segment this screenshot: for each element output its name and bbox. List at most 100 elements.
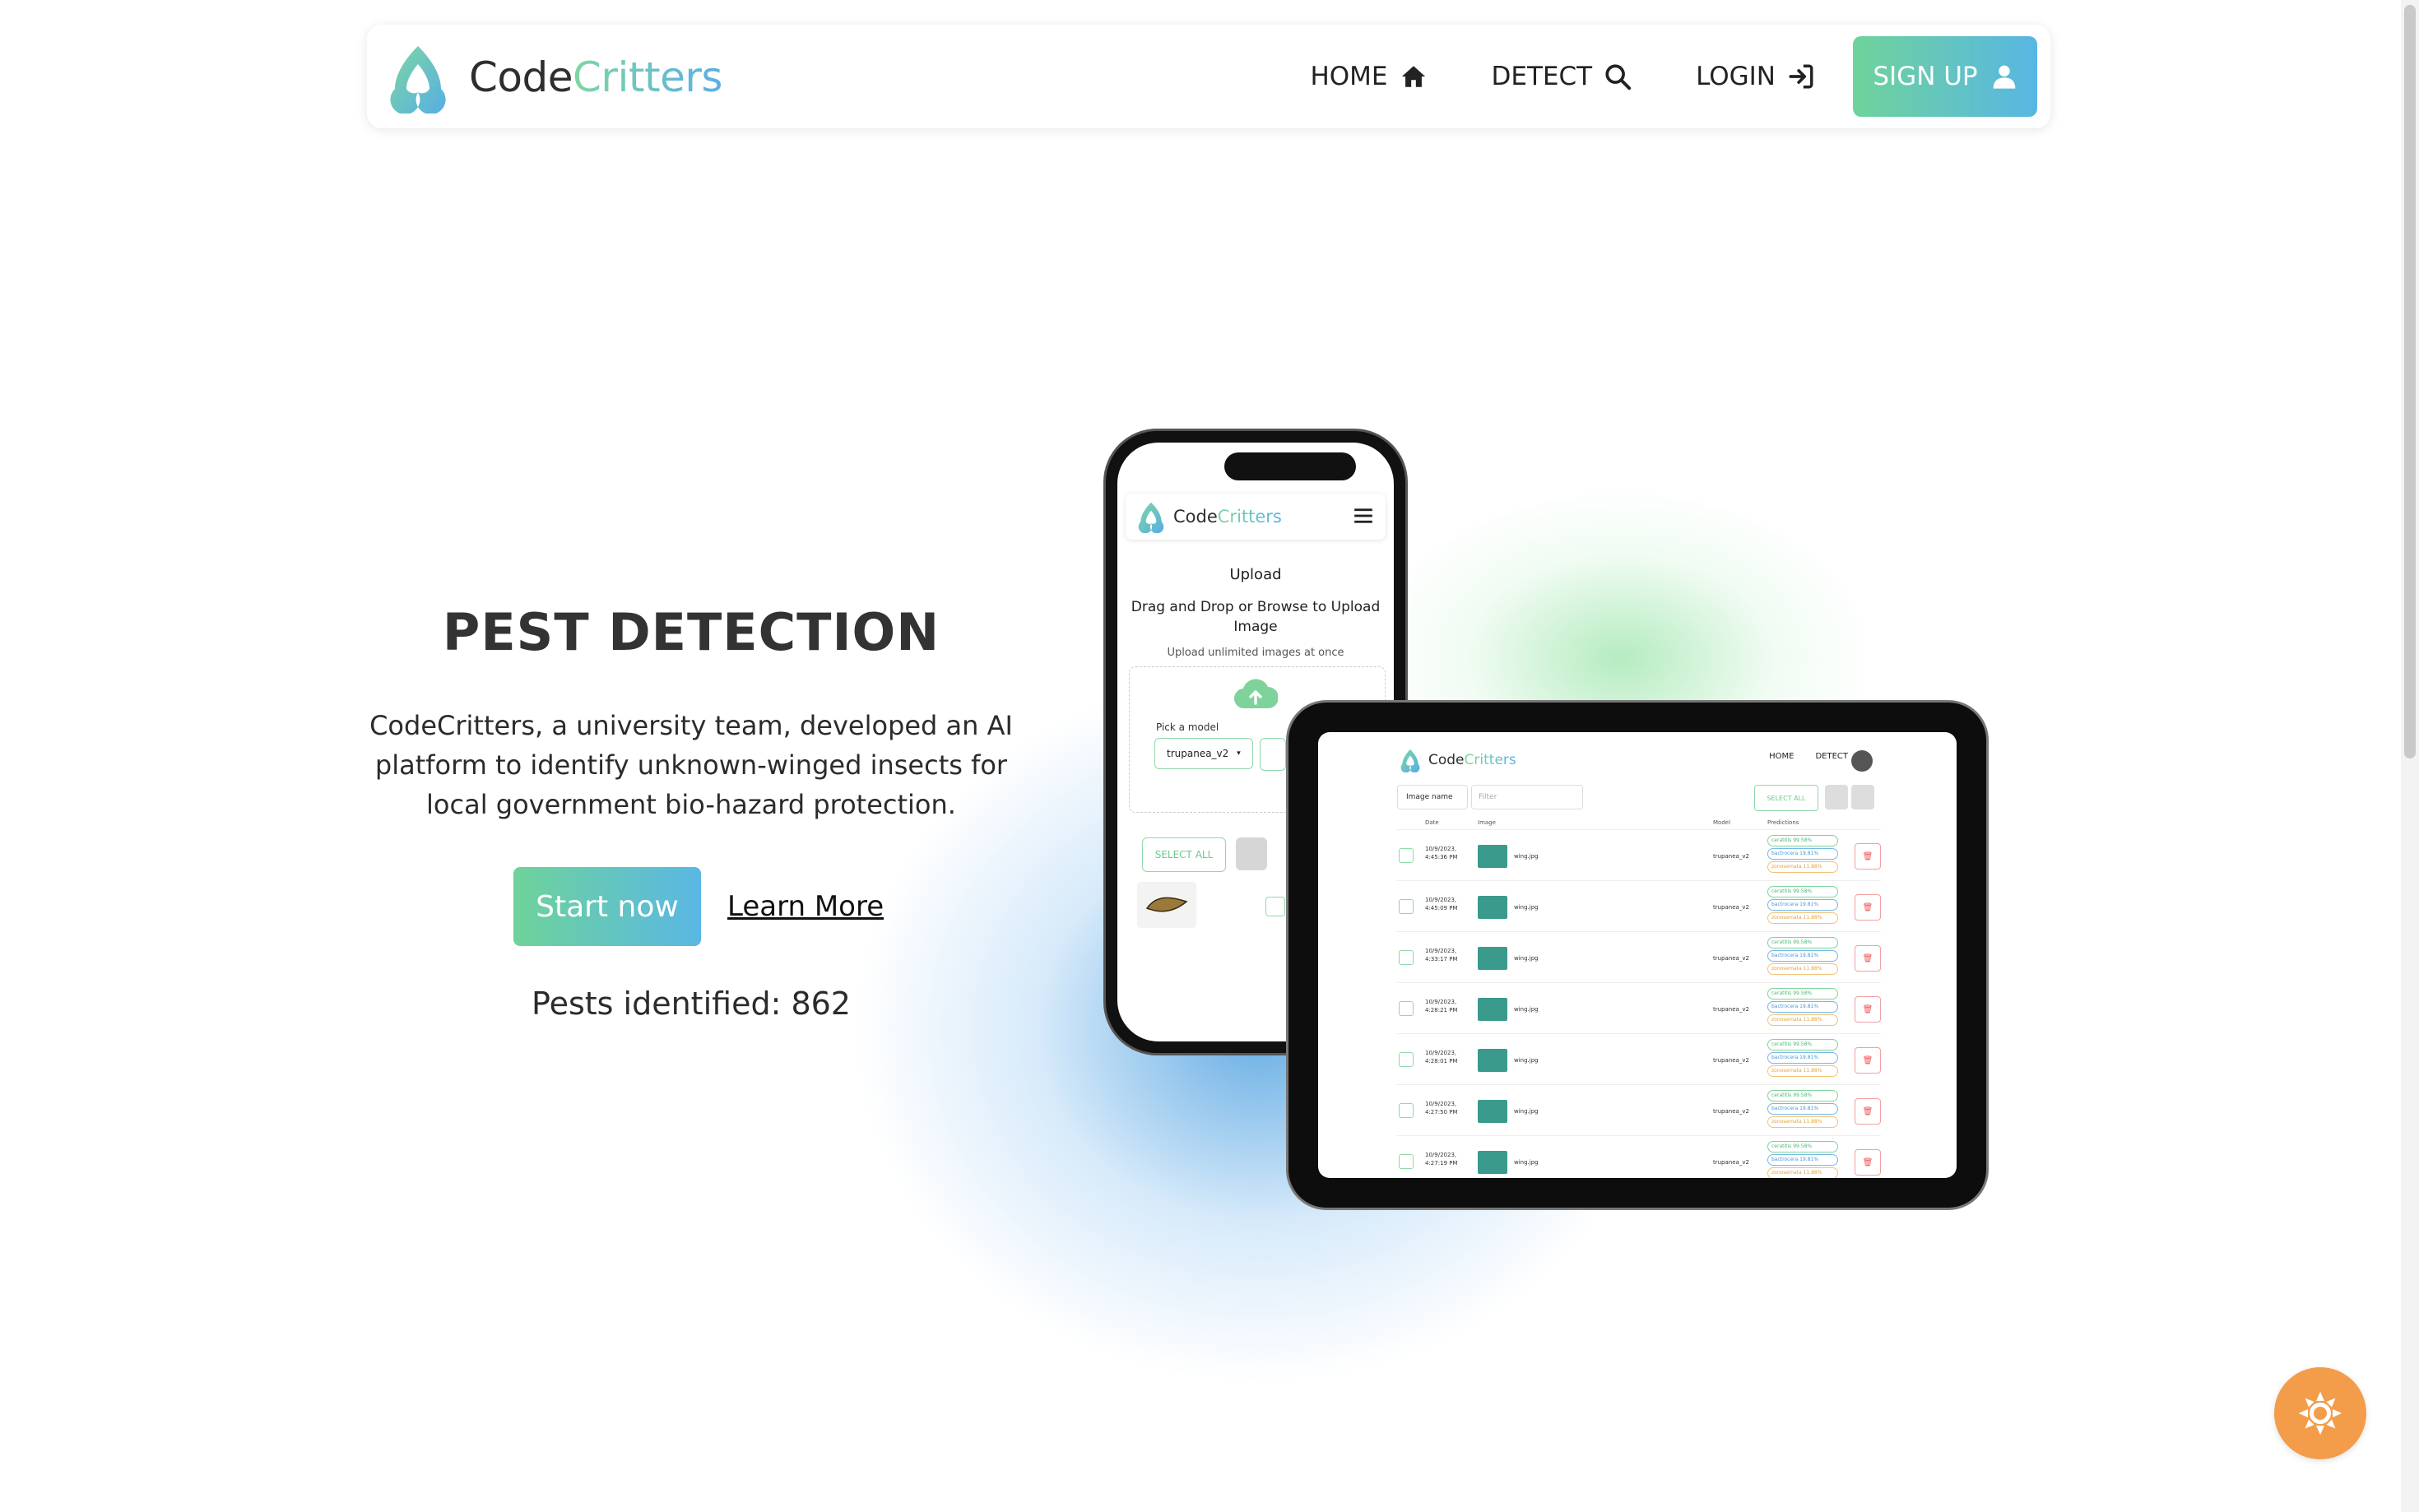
row-predictions: ceratitis 99.58% bactrocera 19.81% zonosem… — [1767, 988, 1845, 1027]
tablet-sort-label: Image name — [1406, 793, 1453, 801]
delete-icon[interactable]: 🗑 — [1855, 1149, 1881, 1176]
row-date: 10/9/2023, 4:27:19 PM — [1425, 1152, 1458, 1166]
row-checkbox[interactable] — [1399, 950, 1414, 965]
table-row[interactable]: 10/9/2023, 4:45:09 PM wing.jpg trupanea_v2… — [1397, 880, 1881, 930]
row-predictions: ceratitis 99.58% bactrocera 19.81% zonosem… — [1767, 1141, 1845, 1178]
phone-model-select[interactable]: trupanea_v2 ▾ — [1154, 738, 1253, 769]
login-icon — [1789, 64, 1813, 89]
delete-icon[interactable]: 🗑 — [1855, 1098, 1881, 1125]
nav-login-link[interactable]: LOGIN — [1696, 62, 1815, 91]
pests-identified-counter: Pests identified: 862 — [532, 986, 851, 1022]
prediction-badge: bactrocera 19.81% — [1767, 1052, 1838, 1064]
prediction-badge: ceratitis 99.58% — [1767, 937, 1838, 948]
phone-image-thumbnail — [1137, 882, 1196, 928]
row-checkbox[interactable] — [1399, 1103, 1414, 1118]
prediction-badge: zonosemata 11.88% — [1767, 1167, 1838, 1178]
brand-name: CodeCritters — [469, 53, 722, 101]
hero-description: CodeCritters, a university team, develop… — [369, 710, 1013, 820]
signup-label: SIGN UP — [1873, 62, 1978, 91]
tablet-col-model: Model — [1713, 819, 1731, 826]
tablet-icon-button-2[interactable] — [1851, 785, 1874, 809]
start-now-button[interactable]: Start now — [513, 867, 701, 946]
avatar[interactable] — [1851, 750, 1873, 772]
prediction-badge: zonosemata 11.88% — [1767, 861, 1838, 873]
search-icon — [1605, 64, 1632, 90]
row-checkbox[interactable] — [1399, 1001, 1414, 1016]
prediction-badge: bactrocera 19.81% — [1767, 1103, 1838, 1115]
phone-brand-name: CodeCritters — [1173, 507, 1282, 526]
theme-toggle-button[interactable] — [2274, 1367, 2366, 1459]
row-thumbnail — [1478, 845, 1507, 868]
prediction-badge: zonosemata 11.88% — [1767, 1116, 1838, 1128]
row-checkbox[interactable] — [1399, 1154, 1414, 1169]
row-thumbnail — [1478, 1100, 1507, 1123]
brand-logo-link[interactable]: CodeCritters — [380, 36, 722, 118]
prediction-badge: zonosemata 11.88% — [1767, 1014, 1838, 1026]
tablet-navbar: CodeCritters HOME DETECT — [1397, 737, 1889, 783]
table-row[interactable]: 10/9/2023, 4:45:36 PM wing.jpg trupanea_v2… — [1397, 829, 1881, 879]
delete-icon[interactable]: 🗑 — [1855, 996, 1881, 1023]
phone-select-all-button[interactable]: SELECT ALL — [1142, 837, 1226, 872]
phone-pick-model-label: Pick a model — [1156, 721, 1219, 733]
phone-upload-subtitle: Drag and Drop or Browse to Upload Image — [1131, 599, 1381, 635]
delete-icon[interactable]: 🗑 — [1855, 894, 1881, 921]
tablet-nav-detect[interactable]: DETECT — [1815, 752, 1848, 761]
prediction-badge: bactrocera 19.81% — [1767, 1154, 1838, 1166]
scrollbar-thumb[interactable] — [2404, 5, 2416, 758]
sun-icon — [2298, 1391, 2342, 1435]
phone-navbar: CodeCritters — [1126, 494, 1386, 540]
phone-icon-button[interactable] — [1236, 837, 1267, 870]
tablet-brand-name: CodeCritters — [1428, 752, 1516, 768]
row-predictions: ceratitis 99.58% bactrocera 19.81% zonosem… — [1767, 937, 1845, 976]
insect-wing-icon — [1145, 897, 1188, 912]
tablet-icon-button-1[interactable] — [1825, 785, 1848, 809]
phone-image-checkbox[interactable] — [1265, 897, 1285, 916]
tablet-brand-code: Code — [1428, 752, 1465, 768]
phone-brand-critters: Critters — [1217, 507, 1282, 526]
delete-icon[interactable]: 🗑 — [1855, 1047, 1881, 1074]
phone-secondary-button[interactable] — [1260, 738, 1286, 771]
prediction-badge: zonosemata 11.88% — [1767, 1065, 1838, 1077]
table-row[interactable]: 10/9/2023, 4:33:17 PM wing.jpg trupanea_v2… — [1397, 931, 1881, 981]
signup-button[interactable]: SIGN UP — [1853, 36, 2037, 117]
prediction-badge: bactrocera 19.81% — [1767, 1001, 1838, 1013]
prediction-badge: bactrocera 19.81% — [1767, 848, 1838, 860]
prediction-badge: zonosemata 11.88% — [1767, 963, 1838, 975]
table-row[interactable]: 10/9/2023, 4:27:50 PM wing.jpg trupanea_v2… — [1397, 1084, 1881, 1134]
row-thumbnail — [1478, 947, 1507, 970]
brand-name-critters: Critters — [573, 53, 722, 101]
tablet-col-predictions: Predictions — [1767, 819, 1799, 826]
tablet-filter-input[interactable]: Filter — [1471, 785, 1583, 809]
table-row[interactable]: 10/9/2023, 4:27:19 PM wing.jpg trupanea_v2… — [1397, 1135, 1881, 1178]
row-thumbnail — [1478, 896, 1507, 919]
row-date: 10/9/2023, 4:33:17 PM — [1425, 948, 1458, 962]
row-checkbox[interactable] — [1399, 848, 1414, 863]
tablet-screen: CodeCritters HOME DETECT Image name Filt… — [1318, 732, 1957, 1178]
prediction-badge: ceratitis 99.58% — [1767, 886, 1838, 897]
tablet-select-all-button[interactable]: SELECT ALL — [1754, 785, 1818, 811]
row-checkbox[interactable] — [1399, 899, 1414, 914]
row-model: trupanea_v2 — [1713, 1006, 1749, 1013]
row-model: trupanea_v2 — [1713, 853, 1749, 860]
phone-upload-title: Upload — [1229, 566, 1282, 583]
row-checkbox[interactable] — [1399, 1052, 1414, 1067]
row-date: 10/9/2023, 4:28:01 PM — [1425, 1050, 1458, 1064]
delete-icon[interactable]: 🗑 — [1855, 843, 1881, 870]
row-filename: wing.jpg — [1514, 904, 1539, 911]
row-date: 10/9/2023, 4:45:36 PM — [1425, 846, 1458, 860]
tablet-mockup: CodeCritters HOME DETECT Image name Filt… — [1288, 703, 1986, 1208]
nav-detect-link[interactable]: DETECT — [1492, 62, 1632, 91]
table-row[interactable]: 10/9/2023, 4:28:01 PM wing.jpg trupanea_v2… — [1397, 1033, 1881, 1083]
row-predictions: ceratitis 99.58% bactrocera 19.81% zonosem… — [1767, 1090, 1845, 1129]
row-predictions: ceratitis 99.58% bactrocera 19.81% zonosem… — [1767, 835, 1845, 874]
delete-icon[interactable]: 🗑 — [1855, 945, 1881, 972]
nav-login-label: LOGIN — [1696, 62, 1776, 91]
table-row[interactable]: 10/9/2023, 4:28:21 PM wing.jpg trupanea_v2… — [1397, 982, 1881, 1032]
nav-home-link[interactable]: HOME — [1310, 62, 1427, 91]
hero-title: PEST DETECTION — [442, 602, 940, 662]
tablet-nav-home[interactable]: HOME — [1769, 752, 1794, 761]
learn-more-link[interactable]: Learn More — [727, 867, 884, 946]
prediction-badge: ceratitis 99.58% — [1767, 1090, 1838, 1102]
scrollbar-track[interactable] — [2401, 0, 2419, 1512]
tablet-sort-select[interactable]: Image name — [1397, 785, 1468, 809]
